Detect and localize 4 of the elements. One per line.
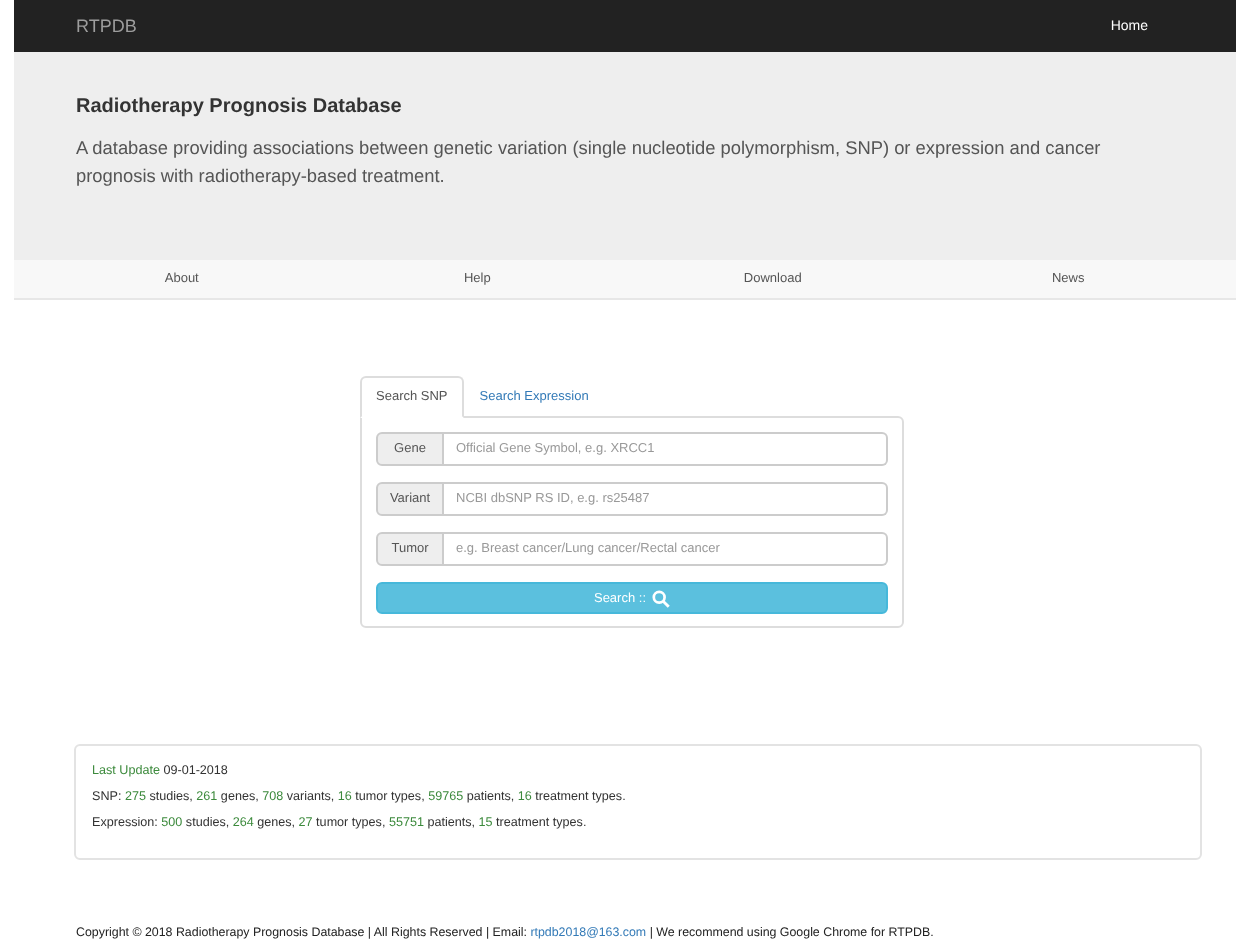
search-icon	[652, 589, 670, 607]
brand-link[interactable]: RTPDB	[76, 16, 137, 36]
description: A database providing associations between genetic variation (single nucleotide polymorphism, SNP) or expression and cancer prognosis with radiotherapy-based treatment.	[76, 136, 1103, 190]
page-title: Radiotherapy Prognosis Database	[76, 96, 404, 118]
